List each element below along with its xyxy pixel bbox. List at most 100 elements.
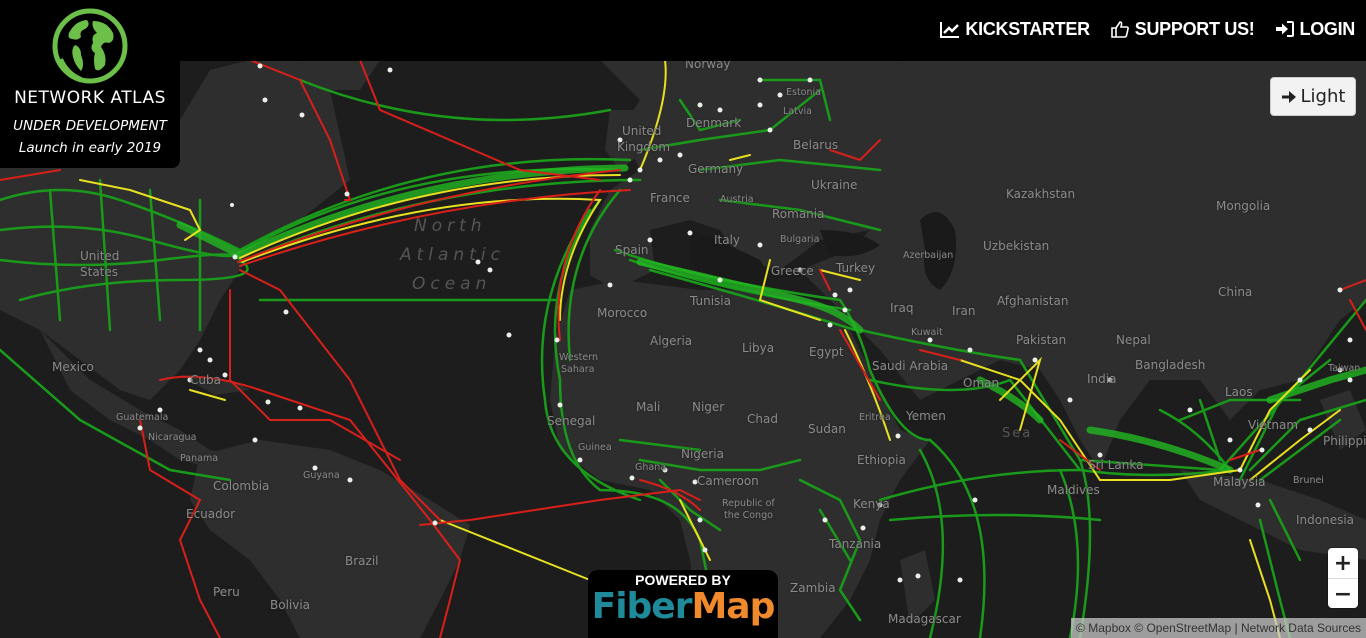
country-label: Afghanistan <box>997 294 1069 308</box>
country-label: Brazil <box>345 554 379 568</box>
country-label: Cameroon <box>697 474 759 488</box>
map-canvas[interactable] <box>0 61 1366 638</box>
country-label: Zambia <box>790 581 836 595</box>
zoom-control: + − <box>1328 548 1358 608</box>
country-label: Uzbekistan <box>983 239 1050 253</box>
sea-label: Sea <box>1002 426 1033 441</box>
country-label: Kazakhstan <box>1006 187 1076 201</box>
brand-panel: NETWORK ATLAS UNDER DEVELOPMENT Launch i… <box>0 0 180 168</box>
top-bar: KICKSTARTER SUPPORT US! LOGIN <box>0 0 1366 61</box>
country-label: Germany <box>688 162 744 176</box>
country-label: Brunei <box>1293 475 1324 486</box>
country-label: Pakistan <box>1016 333 1067 347</box>
ocean-label: North <box>414 216 487 236</box>
map-attribution: © Mapbox © OpenStreetMap | Network Data … <box>1071 618 1366 638</box>
country-label: Nepal <box>1116 333 1151 347</box>
fibermap-logo: FiberMap <box>588 586 778 627</box>
country-label: Tunisia <box>690 294 731 308</box>
country-label: Libya <box>742 341 775 355</box>
country-label: Kingdom <box>617 140 671 154</box>
country-label: Laos <box>1225 385 1253 399</box>
country-label: Vietnam <box>1248 418 1299 432</box>
country-label: Indonesia <box>1296 513 1355 527</box>
country-label: Bolivia <box>270 598 311 612</box>
attribution-separator: | <box>1231 621 1241 635</box>
country-label: Guatemala <box>116 412 169 423</box>
nav-login-label: LOGIN <box>1299 18 1356 39</box>
country-label: Oman <box>963 376 1000 390</box>
attribution-mapbox-link[interactable]: © Mapbox <box>1076 621 1131 635</box>
country-label: Niger <box>692 400 725 414</box>
country-label: Latvia <box>783 106 812 117</box>
nav-kickstarter-link[interactable]: KICKSTARTER <box>940 18 1090 40</box>
country-label: Egypt <box>809 345 844 359</box>
country-label: Mongolia <box>1216 199 1271 213</box>
country-label: Italy <box>714 233 741 247</box>
top-nav: KICKSTARTER SUPPORT US! LOGIN <box>940 0 1355 58</box>
fibermap-logo-part1: Fiber <box>591 586 693 627</box>
brand-status: UNDER DEVELOPMENT <box>13 118 167 134</box>
country-label: Philippines <box>1323 434 1366 448</box>
ocean-label: Atlantic <box>400 245 505 265</box>
country-label: Kuwait <box>911 327 943 338</box>
country-label: Norway <box>685 61 731 71</box>
nav-kickstarter-label: KICKSTARTER <box>965 18 1090 39</box>
country-label: Iran <box>952 304 976 318</box>
chart-line-icon <box>940 22 960 38</box>
attribution-osm-link[interactable]: © OpenStreetMap <box>1134 621 1231 635</box>
country-label: States <box>80 265 119 279</box>
country-label: Sri Lanka <box>1088 458 1144 472</box>
country-label: France <box>650 191 690 205</box>
country-label: Guinea <box>578 442 612 453</box>
country-label: Kenya <box>853 497 890 511</box>
country-label: Ecuador <box>186 507 236 521</box>
country-label: Romania <box>772 207 825 221</box>
country-label: Estonia <box>786 87 821 98</box>
zoom-out-button[interactable]: − <box>1328 579 1358 609</box>
country-label: Bulgaria <box>780 234 820 245</box>
country-label: Morocco <box>597 306 648 320</box>
country-label: Turkey <box>836 261 876 275</box>
country-label: Ghana <box>635 462 667 473</box>
powered-by-fibermap[interactable]: POWERED BY FiberMap <box>588 570 778 638</box>
nav-support-link[interactable]: SUPPORT US! <box>1110 19 1255 40</box>
country-label: Guyana <box>303 470 340 481</box>
country-label: Tanzania <box>829 537 882 551</box>
country-label: Republic of <box>722 498 775 509</box>
brand-launch-note: Launch in early 2019 <box>18 140 162 156</box>
attribution-sources-link[interactable]: Network Data Sources <box>1241 621 1361 635</box>
country-label: Mexico <box>52 360 94 374</box>
country-label: Belarus <box>793 138 839 152</box>
country-label: Madagascar <box>888 612 961 626</box>
ocean-label: Ocean <box>412 274 492 294</box>
country-label: Algeria <box>650 334 693 348</box>
country-label: Mali <box>636 400 661 414</box>
country-label: Yemen <box>906 409 946 423</box>
country-label: Peru <box>213 585 240 599</box>
country-label: Cuba <box>190 373 221 387</box>
zoom-in-button[interactable]: + <box>1328 548 1358 579</box>
network-map[interactable]: Norway Estonia Latvia Denmark United Kin… <box>0 61 1366 638</box>
nav-login-link[interactable]: LOGIN <box>1275 18 1356 40</box>
theme-toggle-button[interactable]: Light <box>1270 77 1356 116</box>
fibermap-logo-part2: Map <box>691 586 775 627</box>
country-label: Spain <box>615 243 649 257</box>
country-label: Chad <box>747 412 778 426</box>
country-label: Austria <box>720 194 754 205</box>
brand-title: NETWORK ATLAS <box>14 88 166 108</box>
country-label: Senegal <box>547 414 596 428</box>
country-label: the Congo <box>724 510 773 521</box>
country-label: Taiwan <box>1328 363 1361 374</box>
country-label: Bangladesh <box>1135 358 1206 372</box>
country-label: Eritrea <box>859 412 891 423</box>
globe-logo-icon[interactable] <box>51 7 129 85</box>
country-label: Ethiopia <box>857 453 906 467</box>
country-label: Nicaragua <box>148 432 197 443</box>
country-label: Iraq <box>890 301 914 315</box>
sign-in-icon <box>1275 21 1294 37</box>
country-label: Sahara <box>561 364 595 375</box>
country-label: United <box>80 249 120 263</box>
country-label: United <box>622 124 662 138</box>
country-label: Nigeria <box>681 447 724 461</box>
country-label: Maldives <box>1047 483 1100 497</box>
